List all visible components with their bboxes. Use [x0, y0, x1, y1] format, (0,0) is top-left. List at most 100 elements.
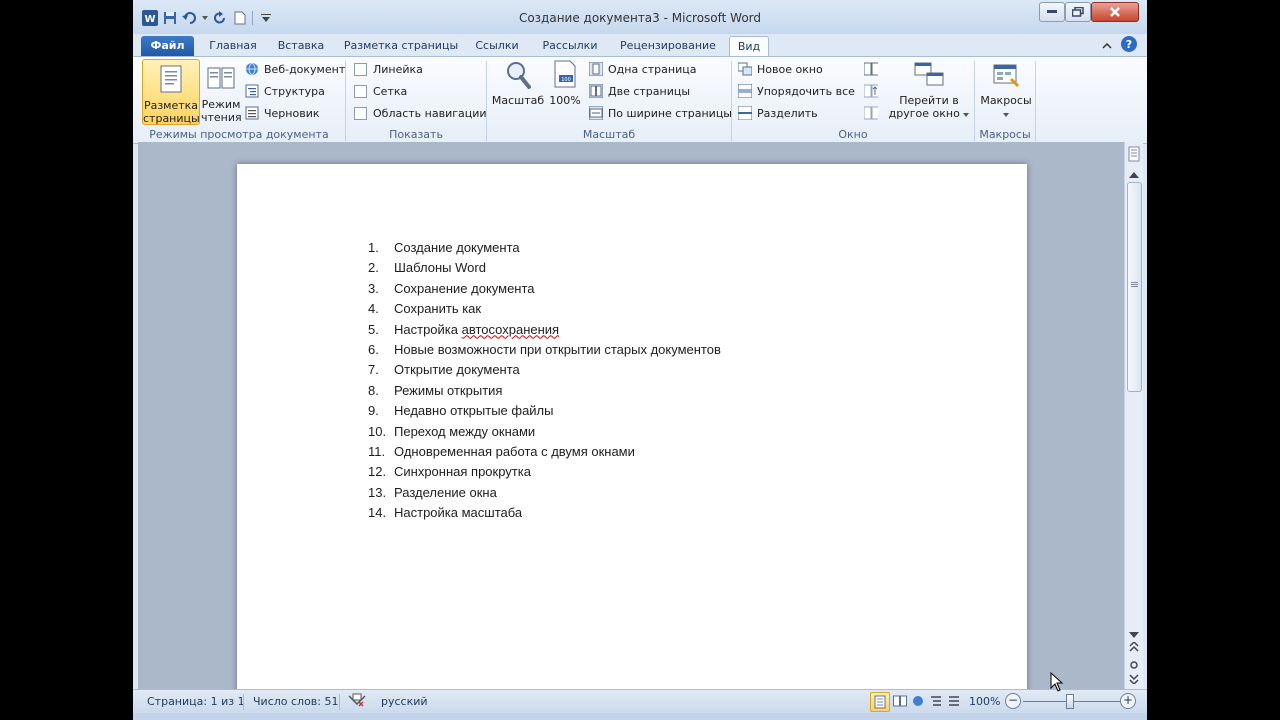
scroll-up-icon[interactable] — [1129, 168, 1139, 181]
two-pages-button[interactable]: Две страницы — [589, 82, 690, 100]
page-width-button[interactable]: По ширине страницы — [589, 104, 732, 122]
web-layout-button[interactable]: Веб-документ — [245, 60, 345, 78]
synchronous-scrolling-button[interactable] — [864, 82, 883, 100]
tab-review[interactable]: Рецензирование — [613, 36, 723, 56]
split-button[interactable]: Разделить — [738, 104, 818, 122]
tab-file[interactable]: Файл — [141, 36, 194, 56]
word-count[interactable]: Число слов: 51 — [253, 695, 339, 708]
new-window-label: Новое окно — [757, 62, 823, 76]
zoom-out-button[interactable]: − — [1005, 693, 1021, 709]
group-show: Линейка Сетка Область навигации Показать — [346, 57, 487, 143]
zoom-100-label: 100% — [549, 94, 581, 107]
arrange-all-button[interactable]: Упорядочить все — [738, 82, 855, 100]
reading-small-icon — [893, 695, 907, 707]
list-item-text: Сохранение документа — [394, 280, 535, 296]
window-bottom-border — [133, 713, 1147, 720]
reading-view-button[interactable] — [893, 695, 907, 710]
title-bar: W Создание документа3 - Microsoft Word — [133, 0, 1147, 34]
navigation-pane-checkbox[interactable]: Область навигации — [354, 104, 487, 122]
navigation-pane-check[interactable] — [354, 106, 367, 120]
zoom-slider-thumb[interactable] — [1066, 694, 1074, 709]
list-item-number: 1. — [368, 240, 379, 255]
page-width-icon — [589, 106, 603, 120]
gridlines-label: Сетка — [373, 84, 408, 98]
draft-button[interactable]: Черновик — [245, 104, 320, 122]
outline-icon — [245, 84, 259, 98]
scrollbar-thumb[interactable] — [1127, 182, 1142, 392]
tab-home[interactable]: Главная — [203, 36, 263, 56]
macros-dropdown-icon[interactable] — [978, 107, 1034, 120]
list-item: 11. Одновременная работа с двумя окнами — [368, 444, 721, 464]
ruler-check[interactable] — [354, 62, 367, 76]
group-label-zoom: Масштаб — [582, 128, 636, 141]
misspelled-word[interactable]: автосохранения — [462, 322, 559, 337]
minimize-button[interactable] — [1039, 2, 1065, 22]
list-item-text: Режимы открытия — [394, 382, 503, 398]
tab-references[interactable]: Ссылки — [471, 36, 523, 56]
outline-button[interactable]: Структура — [245, 82, 325, 100]
switch-windows-button[interactable]: Перейти в другое окно — [888, 59, 970, 120]
mouse-cursor-icon — [1050, 672, 1064, 692]
draft-small-icon — [949, 696, 959, 706]
ruler-toggle-icon[interactable] — [1128, 146, 1140, 165]
switch-windows-label-2: другое окно — [888, 107, 970, 120]
minimize-ribbon-icon[interactable] — [1099, 36, 1115, 56]
scroll-down-icon[interactable] — [1129, 628, 1139, 641]
ruler-checkbox[interactable]: Линейка — [354, 60, 423, 78]
list-item-text: Разделение окна — [394, 484, 497, 500]
document-page[interactable]: 1. Создание документа 2. Шаблоны Word 3. Сохр… — [237, 164, 1027, 689]
list-item: 8. Режимы открытия — [368, 383, 721, 403]
help-icon[interactable]: ? — [1119, 35, 1139, 55]
full-screen-reading-button[interactable]: Режим чтения — [201, 59, 242, 124]
group-zoom: Масштаб 100 100% Одна страница Две стран… — [487, 57, 732, 143]
previous-page-icon[interactable] — [1129, 640, 1139, 655]
gridlines-checkbox[interactable]: Сетка — [354, 82, 407, 100]
tab-page-layout[interactable]: Разметка страницы — [339, 36, 463, 56]
next-page-icon[interactable] — [1129, 674, 1139, 687]
print-layout-label-1: Разметка — [143, 99, 199, 112]
tab-insert[interactable]: Вставка — [271, 36, 331, 56]
zoom-in-button[interactable]: + — [1120, 693, 1136, 709]
close-icon — [1110, 7, 1120, 17]
one-page-button[interactable]: Одна страница — [589, 60, 696, 78]
list-item: 2. Шаблоны Word — [368, 260, 721, 280]
vertical-scrollbar[interactable] — [1124, 142, 1143, 689]
print-layout-button[interactable]: Разметка страницы — [142, 59, 200, 125]
reset-window-position-button[interactable] — [864, 104, 883, 122]
gridlines-check[interactable] — [354, 84, 367, 98]
print-layout-small-icon — [874, 695, 886, 709]
zoom-button[interactable]: Масштаб — [491, 59, 545, 107]
outline-view-button[interactable] — [930, 695, 942, 710]
side-by-side-icon — [864, 62, 878, 76]
tab-view[interactable]: Вид — [729, 36, 769, 58]
web-view-button[interactable] — [912, 695, 924, 710]
close-button[interactable] — [1091, 2, 1139, 22]
zoom-label: Масштаб — [491, 94, 545, 107]
reading-label-1: Режим — [201, 98, 241, 111]
maximize-button[interactable] — [1065, 2, 1091, 22]
list-item-text: Синхронная прокрутка — [394, 464, 531, 480]
web-layout-label: Веб-документ — [264, 62, 346, 76]
zoom-100-button[interactable]: 100 100% — [547, 59, 583, 107]
zoom-level[interactable]: 100% — [969, 695, 1000, 708]
page-count[interactable]: Страница: 1 из 1 — [147, 695, 245, 708]
macros-button[interactable]: Макросы — [978, 59, 1034, 120]
magnifier-icon — [507, 62, 531, 89]
list-item-number: 5. — [368, 321, 379, 337]
macros-icon — [993, 64, 1020, 88]
globe-icon — [246, 62, 258, 76]
list-item: 5. Настройка автосохранения — [368, 322, 721, 342]
proofing-icon[interactable] — [347, 693, 367, 712]
arrange-all-label: Упорядочить все — [757, 84, 855, 98]
language-indicator[interactable]: русский — [381, 695, 428, 708]
switch-windows-icon — [914, 62, 944, 86]
outline-label: Структура — [264, 84, 325, 98]
tab-mailings[interactable]: Рассылки — [537, 36, 603, 56]
view-side-by-side-button[interactable] — [864, 60, 883, 78]
select-browse-object-icon[interactable] — [1130, 659, 1138, 672]
new-window-button[interactable]: Новое окно — [738, 60, 823, 78]
group-macros: Макросы Макросы — [975, 57, 1035, 143]
minimize-icon — [1047, 10, 1057, 13]
draft-view-button[interactable] — [948, 695, 960, 710]
print-layout-view-button[interactable] — [870, 692, 890, 712]
